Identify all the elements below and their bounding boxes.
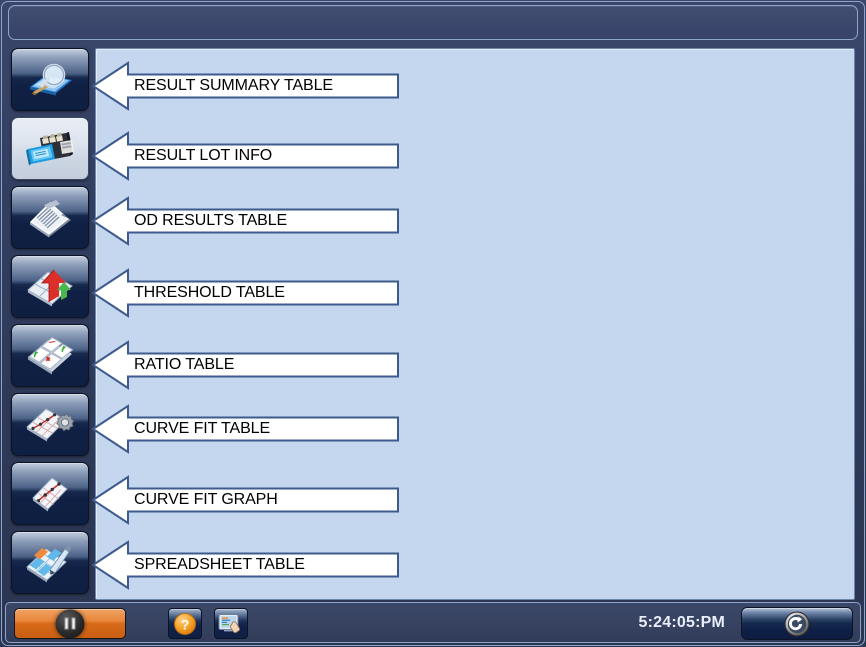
sidebar-item-result-lot-info[interactable] xyxy=(11,117,89,180)
plus-minus-grid-icon xyxy=(12,325,88,386)
callout-label: RESULT LOT INFO xyxy=(134,147,273,164)
footer-toolbar: ? 5:24:05:PM xyxy=(5,602,861,643)
callout-label: CURVE FIT GRAPH xyxy=(134,491,278,508)
back-button[interactable] xyxy=(741,607,853,640)
sidebar-item-spreadsheet-table[interactable] xyxy=(11,531,89,594)
spreadsheet-pen-icon xyxy=(12,532,88,593)
callout-8[interactable]: SPREADSHEET TABLE xyxy=(92,536,399,594)
sidebar-item-od-results-table[interactable] xyxy=(11,186,89,249)
header-bar xyxy=(8,5,858,40)
reagent-rack-icon xyxy=(12,118,88,179)
sidebar xyxy=(11,48,89,600)
clock-display: 5:24:05:PM xyxy=(638,614,725,631)
callout-label: RATIO TABLE xyxy=(134,356,235,373)
callout-label: RESULT SUMMARY TABLE xyxy=(134,77,333,94)
sidebar-item-result-summary-table[interactable] xyxy=(11,48,89,111)
callout-1[interactable]: RESULT SUMMARY TABLE xyxy=(92,57,399,115)
pause-icon xyxy=(55,609,85,638)
callout-label: THRESHOLD TABLE xyxy=(134,284,285,301)
magnifier-over-plate-icon xyxy=(12,49,88,110)
sidebar-item-curve-fit-table[interactable] xyxy=(11,393,89,456)
sidebar-item-ratio-table[interactable] xyxy=(11,324,89,387)
touchscreen-button[interactable] xyxy=(214,608,248,639)
callout-2[interactable]: RESULT LOT INFO xyxy=(92,127,399,185)
red-arrow-table-icon xyxy=(12,256,88,317)
pause-button[interactable] xyxy=(14,608,126,639)
touchscreen-icon xyxy=(218,613,241,633)
help-button[interactable]: ? xyxy=(168,608,202,639)
back-arrow-icon xyxy=(784,611,810,636)
callout-5[interactable]: RATIO TABLE xyxy=(92,336,399,394)
application-window: RESULT SUMMARY TABLE RESULT LOT INFO OD RE… xyxy=(0,0,866,647)
callout-3[interactable]: OD RESULTS TABLE xyxy=(92,192,399,250)
chart-gear-icon xyxy=(12,394,88,455)
sidebar-item-threshold-table[interactable] xyxy=(11,255,89,318)
callout-6[interactable]: CURVE FIT TABLE xyxy=(92,400,399,458)
chart-plot-icon xyxy=(12,463,88,524)
clipboard-sheet-icon xyxy=(12,187,88,248)
callout-label: OD RESULTS TABLE xyxy=(134,212,288,229)
question-mark-icon: ? xyxy=(174,612,196,635)
callout-4[interactable]: THRESHOLD TABLE xyxy=(92,264,399,322)
callout-7[interactable]: CURVE FIT GRAPH xyxy=(92,471,399,529)
callout-label: SPREADSHEET TABLE xyxy=(134,556,305,573)
svg-text:?: ? xyxy=(181,616,190,632)
sidebar-item-curve-fit-graph[interactable] xyxy=(11,462,89,525)
callout-label: CURVE FIT TABLE xyxy=(134,420,271,437)
